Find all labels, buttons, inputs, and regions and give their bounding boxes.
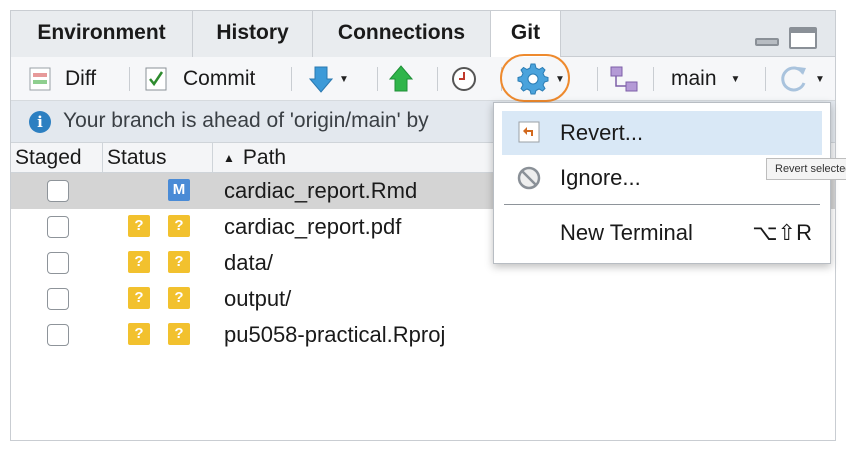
branch-selector[interactable]: main ▼ <box>671 57 740 101</box>
staged-checkbox[interactable] <box>47 324 69 346</box>
staged-checkbox[interactable] <box>47 252 69 274</box>
push-button[interactable] <box>389 57 413 101</box>
checkbox-icon <box>145 67 167 91</box>
tab-bar: Environment History Connections Git <box>11 11 835 58</box>
diff-icon <box>29 67 51 91</box>
menu-item-label: Revert... <box>560 120 644 145</box>
status-badge-untracked: ? <box>128 287 150 309</box>
pull-button[interactable]: ▼ <box>309 57 349 101</box>
status-badge-untracked: ? <box>168 215 190 237</box>
menu-item-label: New Terminal <box>560 220 693 245</box>
status-badge-modified: M <box>168 179 190 201</box>
toolbar-divider <box>437 67 438 91</box>
ignore-icon <box>517 166 541 190</box>
status-badge-untracked: ? <box>128 323 150 345</box>
pull-arrow-icon <box>309 66 333 93</box>
toolbar-divider <box>597 67 598 91</box>
toolbar-divider <box>377 67 378 91</box>
clock-icon <box>452 67 476 91</box>
sort-ascending-icon: ▲ <box>223 151 235 165</box>
revert-icon <box>518 121 540 143</box>
file-path: cardiac_report.pdf <box>224 214 402 239</box>
menu-item-label: Ignore... <box>560 165 641 190</box>
more-actions-menu: Revert... Ignore... New Terminal ⌥⇧R <box>493 102 831 264</box>
refresh-button[interactable]: ▼ <box>779 57 825 101</box>
toolbar-divider <box>765 67 766 91</box>
push-arrow-icon <box>389 65 413 92</box>
tab-environment[interactable]: Environment <box>11 11 193 57</box>
branch-graph-icon <box>610 66 638 92</box>
file-path: pu5058-practical.Rproj <box>224 322 446 347</box>
status-badge-untracked: ? <box>168 251 190 273</box>
refresh-icon <box>781 66 806 92</box>
file-path: output/ <box>224 286 292 311</box>
file-path: data/ <box>224 250 273 275</box>
chevron-down-icon[interactable]: ▼ <box>339 74 349 85</box>
column-header-status[interactable]: Status <box>103 143 213 173</box>
staged-checkbox[interactable] <box>47 216 69 238</box>
status-badge-untracked: ? <box>168 287 190 309</box>
chevron-down-icon: ▼ <box>730 73 741 85</box>
commit-button[interactable]: Commit <box>145 57 255 101</box>
chevron-down-icon[interactable]: ▼ <box>815 74 825 85</box>
branch-label: main <box>671 67 717 90</box>
file-path: cardiac_report.Rmd <box>224 178 418 203</box>
tab-connections[interactable]: Connections <box>313 11 491 57</box>
table-row[interactable]: ? ? output/ <box>11 281 835 317</box>
staged-checkbox[interactable] <box>47 288 69 310</box>
git-toolbar: Diff Commit ▼ ▼ main ▼ ▼ <box>11 57 835 101</box>
tooltip: Revert selected <box>766 158 846 180</box>
status-badge-untracked: ? <box>168 323 190 345</box>
status-badge-untracked: ? <box>128 215 150 237</box>
minimize-icon[interactable] <box>755 38 779 46</box>
staged-checkbox[interactable] <box>47 180 69 202</box>
toolbar-divider <box>129 67 130 91</box>
branch-graph-button[interactable] <box>609 57 639 101</box>
tab-git[interactable]: Git <box>491 11 561 58</box>
table-row[interactable]: ? ? pu5058-practical.Rproj <box>11 317 835 353</box>
gear-button-highlight <box>500 54 570 102</box>
menu-item-new-terminal[interactable]: New Terminal ⌥⇧R <box>502 211 822 255</box>
diff-button[interactable]: Diff <box>29 57 96 101</box>
column-header-staged[interactable]: Staged <box>11 143 103 173</box>
history-button[interactable] <box>451 57 477 101</box>
status-badge-untracked: ? <box>128 251 150 273</box>
menu-divider <box>504 204 820 205</box>
column-header-path-label: Path <box>242 146 287 169</box>
column-header-path[interactable]: ▲ Path <box>213 143 493 173</box>
tab-history[interactable]: History <box>193 11 313 57</box>
maximize-icon[interactable] <box>789 27 817 49</box>
branch-status-message: Your branch is ahead of 'origin/main' by <box>63 109 429 132</box>
toolbar-divider <box>291 67 292 91</box>
info-icon: i <box>29 111 51 133</box>
menu-item-shortcut: ⌥⇧R <box>752 220 812 245</box>
toolbar-divider <box>653 67 654 91</box>
commit-label: Commit <box>183 67 256 90</box>
menu-item-revert[interactable]: Revert... <box>502 111 822 155</box>
diff-label: Diff <box>65 67 97 90</box>
